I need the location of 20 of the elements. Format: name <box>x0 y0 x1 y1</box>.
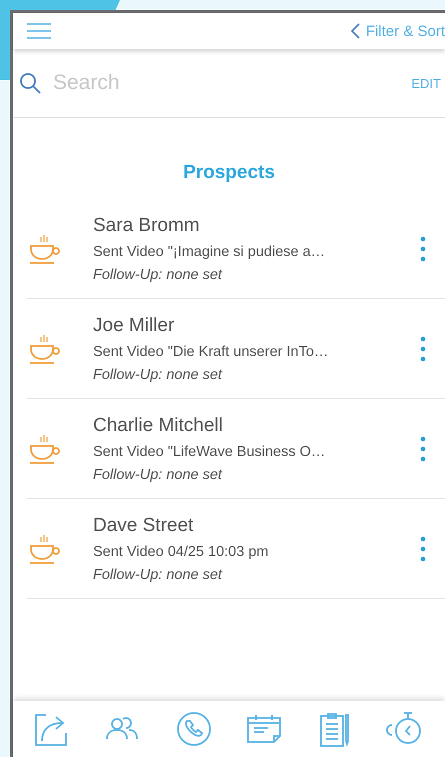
prospect-row[interactable]: Sara Bromm Sent Video "¡Imagine si pudiese a… Follow-Up: none set <box>27 199 445 299</box>
follow-up-status: Follow-Up: none set <box>93 466 224 482</box>
prospect-name: Charlie Mitchell <box>93 414 224 436</box>
prospect-name: Dave Street <box>93 514 194 536</box>
last-activity: Sent Video "¡Imagine si pudiese a… <box>93 244 326 260</box>
section-title: Prospects <box>182 162 276 184</box>
menu-icon[interactable] <box>27 23 51 39</box>
last-activity: Sent Video 04/25 10:03 pm <box>93 544 270 560</box>
back-chevron-icon <box>350 23 360 39</box>
last-activity: Sent Video "Die Kraft unserer InTo… <box>93 344 330 360</box>
follow-up-status: Follow-Up: none set <box>93 566 224 582</box>
follow-up-status: Follow-Up: none set <box>93 366 224 382</box>
search-icon <box>19 72 41 94</box>
prospect-name: Sara Bromm <box>93 214 201 236</box>
prospect-row[interactable]: Charlie Mitchell Sent Video "LifeWave Business O… Follow-Up: none set <box>27 399 445 499</box>
prospect-row[interactable]: Joe Miller Sent Video "Die Kraft unserer InTo… Follow-Up: none set <box>27 299 445 399</box>
prospect-name: Joe Miller <box>93 314 176 336</box>
last-activity: Sent Video "LifeWave Business O… <box>93 444 326 460</box>
follow-up-status: Follow-Up: none set <box>93 266 224 282</box>
prospect-row[interactable]: Dave Street Sent Video 04/25 10:03 pm Follow-Up: none set <box>27 499 445 599</box>
